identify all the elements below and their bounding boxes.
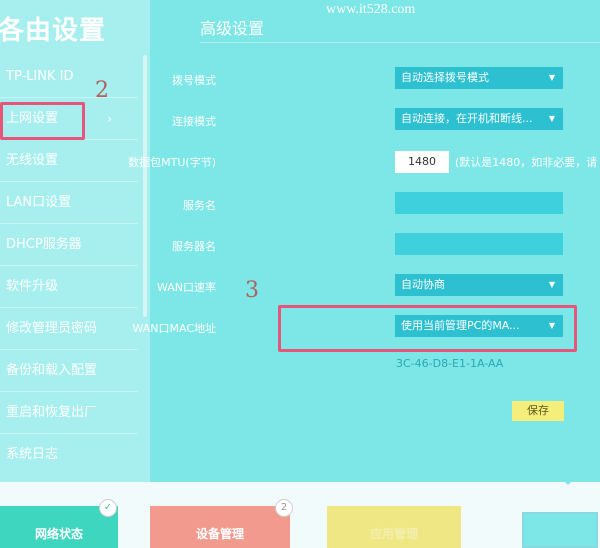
sidebar-item-wireless[interactable]: 无线设置 [0,140,138,182]
mac-address-value: 3C-46-D8-E1-1A-AA [396,357,504,370]
sidebar-item-dhcp[interactable]: DHCP服务器 [0,224,138,266]
chevron-down-icon: ▼ [548,73,555,82]
server-name-label: 服务器名 [172,240,216,253]
count-badge: 2 [275,499,293,517]
page-title: 高级设置 [200,19,265,38]
connect-mode-select[interactable]: 自动连接，在开机和断线... ▼ [395,108,563,130]
chevron-down-icon: ▼ [548,114,555,123]
dial-mode-select[interactable]: 自动选择拨号模式 ▼ [395,67,563,89]
tile-device-management[interactable]: 设备管理 [150,506,290,548]
wan-speed-select[interactable]: 自动协商 ▼ [395,274,563,296]
wan-speed-label: WAN口速率 [156,281,216,294]
service-name-input[interactable] [395,192,563,214]
sidebar-item-lan[interactable]: LAN口设置 [0,182,138,224]
sidebar-heading: 各由设置 [0,16,107,46]
dial-mode-label: 拨号模式 [172,74,216,87]
service-name-label: 服务名 [183,199,216,212]
sidebar-item-reboot[interactable]: 重启和恢复出厂 [0,392,138,434]
tile-router-settings[interactable] [522,512,598,548]
check-icon: ✓ [99,499,117,517]
active-indicator-notch [560,477,576,485]
chevron-down-icon: ▼ [548,280,555,289]
save-button[interactable]: 保存 [512,401,564,421]
connect-mode-value: 自动连接，在开机和断线... [401,112,533,125]
sidebar-item-password[interactable]: 修改管理员密码 [0,308,138,350]
mtu-hint: (默认是1480，如非必要，请 [455,156,598,169]
sidebar-item-label: 系统日志 [6,447,59,462]
title-divider [200,42,600,43]
sidebar-item-label: TP-LINK ID [6,69,74,84]
tile-app-management[interactable]: 应用管理 [327,506,461,548]
sidebar-item-label: 修改管理员密码 [6,321,98,336]
annotation-step-2: 2 [95,78,109,103]
sidebar-item-backup[interactable]: 备份和载入配置 [0,350,138,392]
sidebar-item-label: 重启和恢复出厂 [6,405,98,420]
mtu-input[interactable]: 1480 [395,151,449,173]
chevron-right-icon: › [107,112,112,126]
mtu-label: 数据包MTU(字节) [128,156,216,169]
wan-mac-label: WAN口MAC地址 [132,322,216,335]
highlight-box-internet [0,102,85,140]
tile-label: 设备管理 [195,527,244,541]
dial-mode-value: 自动选择拨号模式 [401,71,489,84]
highlight-box-wan-mac [278,305,577,352]
sidebar-item-label: DHCP服务器 [6,237,82,252]
tile-label: 应用管理 [369,527,418,541]
sidebar-scrollbar[interactable] [143,55,147,317]
sidebar: 各由设置 TP-LINK ID 上网设置 › 无线设置 LAN口设置 DHCP服务… [0,0,150,482]
sidebar-item-label: 无线设置 [6,153,59,168]
sidebar-item-label: LAN口设置 [6,195,72,210]
server-name-input[interactable] [395,233,563,255]
wan-speed-value: 自动协商 [401,278,445,291]
connect-mode-label: 连接模式 [172,115,216,128]
sidebar-item-upgrade[interactable]: 软件升级 [0,266,138,308]
sidebar-item-syslog[interactable]: 系统日志 [0,434,138,476]
sidebar-item-tplink-id[interactable]: TP-LINK ID [0,56,138,98]
watermark: www.it528.com [326,2,416,17]
annotation-step-3: 3 [245,278,259,303]
sidebar-item-label: 软件升级 [6,279,59,294]
sidebar-item-label: 备份和载入配置 [6,363,98,378]
tile-label: 网络状态 [34,527,83,541]
